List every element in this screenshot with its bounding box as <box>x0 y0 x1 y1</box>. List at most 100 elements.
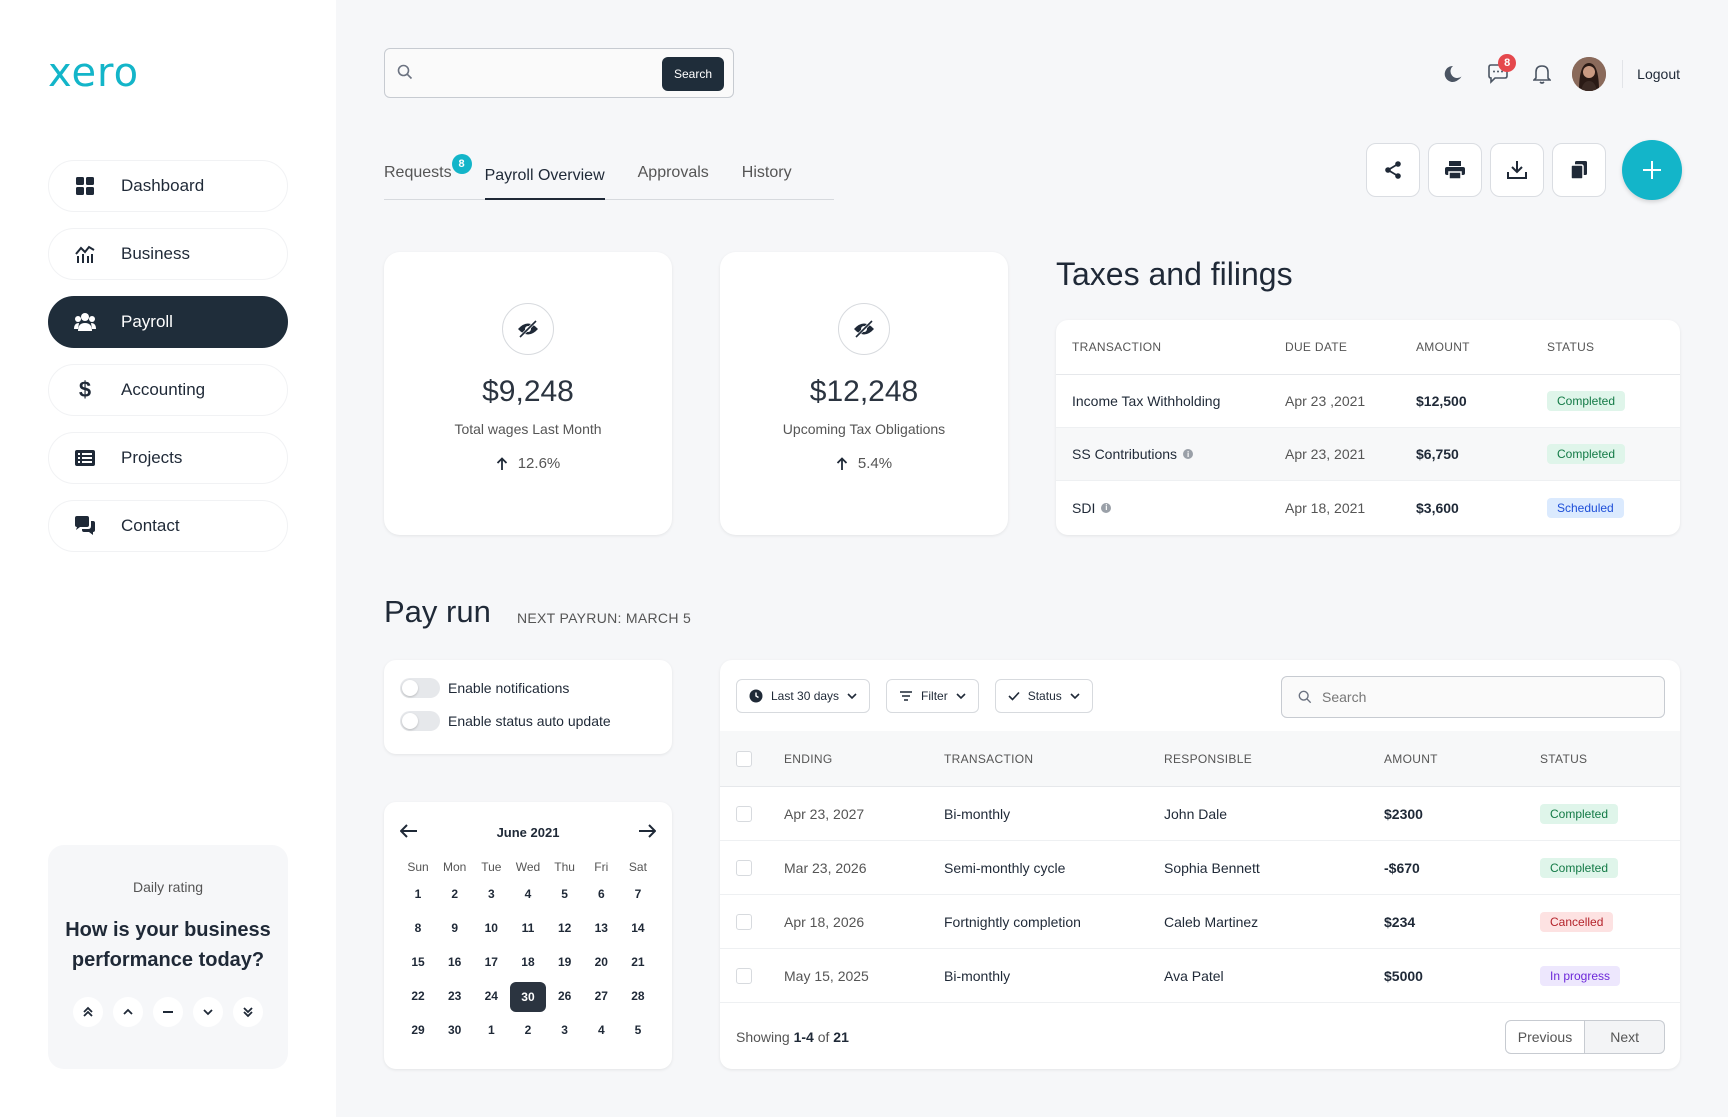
hide-value-toggle[interactable] <box>838 303 890 355</box>
calendar-day[interactable]: 3 <box>473 880 509 914</box>
search-button[interactable]: Search <box>661 57 724 91</box>
info-icon[interactable]: i <box>1101 502 1112 513</box>
sidebar-item-contact[interactable]: Contact <box>48 500 288 552</box>
calendar-day[interactable]: 7 <box>620 880 656 914</box>
messages-button[interactable]: 8 <box>1476 52 1520 96</box>
print-button[interactable] <box>1428 143 1482 197</box>
next-month-button[interactable] <box>638 823 657 841</box>
calendar-day[interactable]: 10 <box>473 914 509 948</box>
add-button[interactable] <box>1622 140 1682 200</box>
download-button[interactable] <box>1490 143 1544 197</box>
row-checkbox[interactable] <box>736 859 752 876</box>
rating-neutral-button[interactable] <box>153 997 183 1027</box>
avatar[interactable] <box>1572 57 1607 91</box>
date-range-dropdown[interactable]: Last 30 days <box>736 678 871 713</box>
table-row[interactable]: SDI i Apr 18, 2021 $3,600 Scheduled <box>1056 481 1680 534</box>
sidebar-item-accounting[interactable]: $ Accounting <box>48 364 288 416</box>
calendar-day[interactable]: 12 <box>547 914 583 948</box>
calendar-day[interactable]: 28 <box>620 982 656 1016</box>
rating-very-bad-button[interactable] <box>233 997 263 1027</box>
calendar-day[interactable]: 27 <box>583 982 619 1016</box>
column-header[interactable]: STATUS <box>1547 340 1680 354</box>
rating-good-button[interactable] <box>113 997 143 1027</box>
column-header[interactable]: ENDING <box>784 752 944 766</box>
calendar-day[interactable]: 13 <box>583 914 619 948</box>
table-row[interactable]: Income Tax Withholding Apr 23 ,2021 $12,… <box>1056 375 1680 428</box>
calendar-day[interactable]: 1 <box>400 880 436 914</box>
tab-history[interactable]: History <box>742 158 792 200</box>
sidebar-item-dashboard[interactable]: Dashboard <box>48 160 288 212</box>
calendar-day[interactable]: 29 <box>400 1016 436 1050</box>
table-row[interactable]: Mar 23, 2026 Semi-monthly cycle Sophia B… <box>720 841 1680 895</box>
calendar-day[interactable]: 19 <box>547 948 583 982</box>
calendar-day[interactable]: 24 <box>473 982 509 1016</box>
dark-mode-toggle[interactable] <box>1432 52 1476 96</box>
column-header[interactable]: TRANSACTION <box>944 752 1164 766</box>
column-header[interactable]: AMOUNT <box>1384 752 1540 766</box>
copy-button[interactable] <box>1552 143 1606 197</box>
calendar-day-selected[interactable]: 30 <box>509 982 546 1016</box>
calendar-day[interactable]: 8 <box>400 914 436 948</box>
tab-approvals[interactable]: Approvals <box>638 158 709 200</box>
column-header[interactable]: RESPONSIBLE <box>1164 752 1384 766</box>
table-row[interactable]: SS Contributions i Apr 23, 2021 $6,750 Co… <box>1056 428 1680 481</box>
previous-page-button[interactable]: Previous <box>1504 1019 1586 1054</box>
calendar-day[interactable]: 26 <box>547 982 583 1016</box>
calendar-day[interactable]: 2 <box>437 880 473 914</box>
calendar-day[interactable]: 11 <box>510 914 546 948</box>
calendar-day[interactable]: 5 <box>547 880 583 914</box>
rating-bad-button[interactable] <box>193 997 223 1027</box>
tab-requests[interactable]: Requests 8 <box>384 154 472 200</box>
calendar-day[interactable]: 21 <box>620 948 656 982</box>
calendar-day[interactable]: 4 <box>510 880 546 914</box>
rating-very-good-button[interactable] <box>73 997 103 1027</box>
notifications-toggle[interactable] <box>400 678 440 698</box>
calendar-day[interactable]: 5 <box>620 1016 656 1050</box>
global-search[interactable]: Search <box>384 48 734 98</box>
calendar-day[interactable]: 4 <box>583 1016 619 1050</box>
calendar-day[interactable]: 18 <box>510 948 546 982</box>
hide-value-toggle[interactable] <box>502 303 554 355</box>
row-checkbox[interactable] <box>736 805 752 822</box>
tab-payroll-overview[interactable]: Payroll Overview <box>484 158 605 200</box>
sidebar-item-business[interactable]: Business <box>48 228 288 280</box>
select-all-checkbox[interactable] <box>736 750 752 767</box>
column-header[interactable]: DUE DATE <box>1285 340 1416 354</box>
table-row[interactable]: Apr 23, 2027 Bi-monthly John Dale $2300 … <box>720 787 1680 841</box>
row-checkbox[interactable] <box>736 967 752 984</box>
table-footer: Showing 1-4 of 21 Previous Next <box>720 1003 1680 1069</box>
filter-dropdown[interactable]: Filter <box>886 678 979 713</box>
info-icon[interactable]: i <box>1183 449 1194 459</box>
calendar-day[interactable]: 15 <box>400 948 436 982</box>
transaction-cell: Bi-monthly <box>944 805 1011 822</box>
table-row[interactable]: May 15, 2025 Bi-monthly Ava Patel $5000 … <box>720 949 1680 1003</box>
logout-link[interactable]: Logout <box>1637 66 1680 82</box>
xero-logo[interactable]: xero <box>48 50 139 96</box>
column-header[interactable]: AMOUNT <box>1416 340 1547 354</box>
table-row[interactable]: Apr 18, 2026 Fortnightly completion Cale… <box>720 895 1680 949</box>
sidebar-item-projects[interactable]: Projects <box>48 432 288 484</box>
calendar-day[interactable]: 30 <box>437 1016 473 1050</box>
next-page-button[interactable]: Next <box>1585 1019 1665 1054</box>
calendar-day[interactable]: 16 <box>437 948 473 982</box>
calendar-day[interactable]: 14 <box>620 914 656 948</box>
calendar-day[interactable]: 1 <box>473 1016 509 1050</box>
column-header[interactable]: TRANSACTION <box>1056 340 1285 354</box>
row-checkbox[interactable] <box>736 913 752 930</box>
calendar-day[interactable]: 17 <box>473 948 509 982</box>
calendar-day[interactable]: 20 <box>583 948 619 982</box>
calendar-day[interactable]: 6 <box>583 880 619 914</box>
column-header[interactable]: STATUS <box>1540 752 1680 766</box>
calendar-day[interactable]: 23 <box>437 982 473 1016</box>
prev-month-button[interactable] <box>399 823 418 841</box>
table-search-input[interactable]: Search <box>1281 676 1665 718</box>
calendar-day[interactable]: 9 <box>437 914 473 948</box>
calendar-day[interactable]: 22 <box>400 982 436 1016</box>
share-button[interactable] <box>1366 143 1420 197</box>
calendar-day[interactable]: 2 <box>510 1016 546 1050</box>
calendar-day[interactable]: 3 <box>547 1016 583 1050</box>
status-dropdown[interactable]: Status <box>994 678 1093 713</box>
sidebar-item-payroll[interactable]: Payroll <box>48 296 288 348</box>
notifications-button[interactable] <box>1520 52 1564 96</box>
auto-update-toggle[interactable] <box>400 711 440 731</box>
